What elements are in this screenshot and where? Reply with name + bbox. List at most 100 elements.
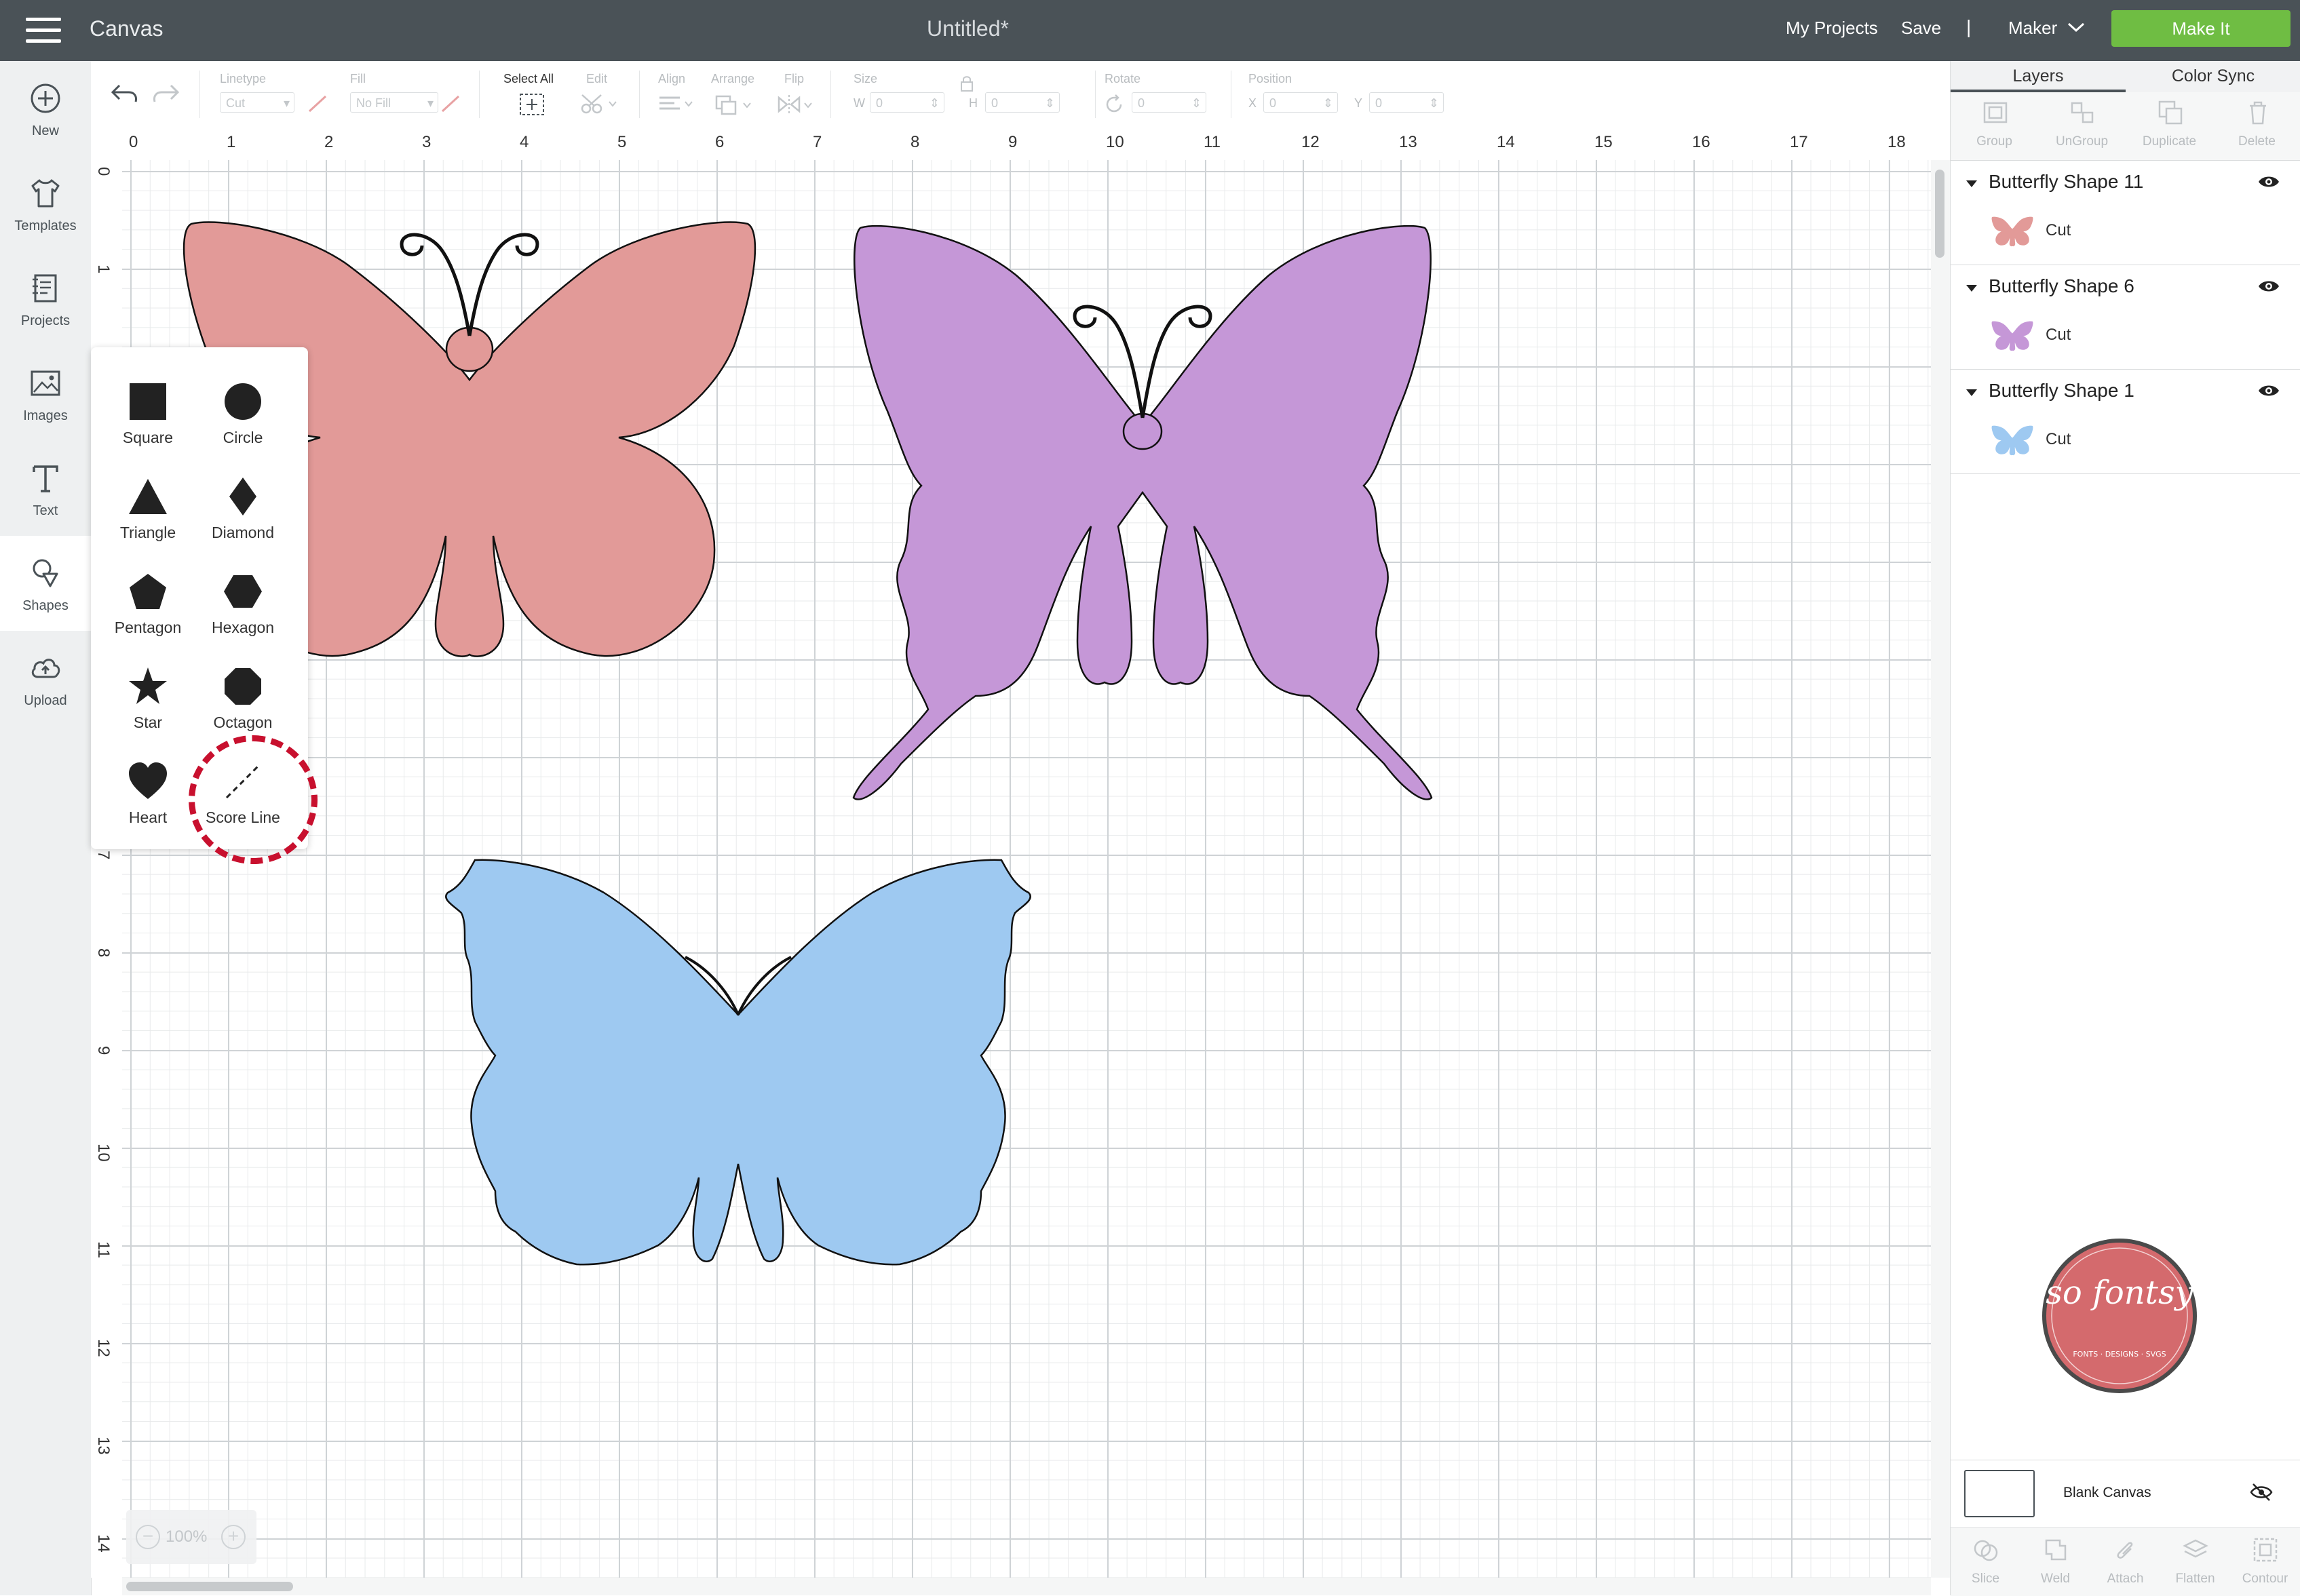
ruler-mark: 6 [715, 133, 725, 151]
shape-square[interactable]: Square [100, 354, 195, 446]
zoom-in-icon[interactable]: + [221, 1525, 246, 1549]
size-label: Size [854, 72, 878, 85]
stepper-icon: ⇕ [929, 96, 940, 110]
vertical-scrollbar[interactable] [1931, 160, 1950, 1578]
align-icon[interactable] [657, 94, 695, 115]
make-it-button[interactable]: Make It [2111, 10, 2291, 47]
caret-down-icon[interactable] [1964, 176, 1979, 191]
y-label: Y [1354, 96, 1363, 110]
nav-shapes[interactable]: Shapes [0, 536, 91, 631]
logo-so-text: so fontsy [2046, 1274, 2193, 1312]
contour-button[interactable]: Contour [2230, 1528, 2300, 1596]
fill-color-swatch[interactable] [440, 94, 461, 114]
nav-new[interactable]: New [0, 61, 91, 156]
ruler-mark: 12 [1301, 133, 1320, 151]
layer-group[interactable]: Butterfly Shape 1 Cut [1951, 370, 2300, 474]
select-all-icon[interactable] [518, 92, 545, 117]
save-button[interactable]: Save [1901, 18, 1941, 39]
stepper-icon: ⇕ [1044, 96, 1055, 110]
nav-images[interactable]: Images [0, 346, 91, 441]
chevron-down-icon[interactable] [2067, 20, 2086, 34]
caret-down-icon[interactable] [1964, 385, 1979, 400]
rotate-input[interactable]: 0 ⇕ [1132, 92, 1206, 113]
height-input[interactable]: 0 ⇕ [985, 92, 1060, 113]
butterfly-shape-1[interactable] [441, 852, 1035, 1272]
shape-heart[interactable]: Heart [100, 734, 195, 826]
lock-icon[interactable] [959, 75, 974, 92]
flatten-button[interactable]: Flatten [2160, 1528, 2230, 1596]
layer-operation: Cut [2046, 430, 2071, 448]
linetype-color-swatch[interactable] [307, 94, 328, 114]
eye-icon[interactable] [2257, 174, 2280, 190]
my-projects-link[interactable]: My Projects [1786, 18, 1878, 39]
shape-score-line[interactable]: Score Line [195, 734, 290, 826]
shape-circle[interactable]: Circle [195, 354, 290, 446]
ungroup-label: UnGroup [2055, 134, 2109, 149]
shape-octagon[interactable]: Octagon [195, 639, 290, 731]
shape-octagon-label: Octagon [213, 714, 273, 731]
layer-group[interactable]: Butterfly Shape 11 Cut [1951, 161, 2300, 265]
ruler-mark: 4 [520, 133, 529, 151]
undo-icon[interactable] [109, 81, 140, 106]
machine-select[interactable]: Maker [2008, 18, 2057, 39]
nav-projects[interactable]: Projects [0, 251, 91, 346]
ruler-mark: 7 [813, 133, 822, 151]
eye-icon[interactable] [2257, 383, 2280, 399]
width-input[interactable]: 0 ⇕ [870, 92, 944, 113]
ruler-mark: 14 [1497, 133, 1515, 151]
caret-down-icon[interactable] [1964, 281, 1979, 296]
image-icon [31, 370, 60, 396]
y-input[interactable]: 0 ⇕ [1369, 92, 1444, 113]
nav-text[interactable]: Text [0, 441, 91, 536]
so-fontsy-logo: so fontsy FONTS · DESIGNS · SVGS [2042, 1239, 2197, 1393]
duplicate-button[interactable]: Duplicate [2126, 92, 2213, 160]
weld-button[interactable]: Weld [2020, 1528, 2090, 1596]
shape-star[interactable]: Star [100, 639, 195, 731]
horizontal-scroll-thumb[interactable] [126, 1582, 293, 1591]
fill-select[interactable]: No Fill ▾ [350, 92, 438, 113]
attach-button[interactable]: Attach [2090, 1528, 2160, 1596]
shape-diamond[interactable]: Diamond [195, 449, 290, 541]
ungroup-icon [2071, 102, 2094, 123]
ruler-mark: 1 [94, 265, 113, 274]
document-title[interactable]: Untitled* [927, 16, 1009, 41]
height-label: H [969, 96, 978, 110]
ruler-mark: 9 [94, 1046, 113, 1055]
edit-scissors-icon[interactable] [579, 94, 617, 115]
blank-canvas-swatch[interactable] [1964, 1470, 2035, 1517]
butterfly-shape-6[interactable] [847, 221, 1438, 810]
top-ruler: 0 1 2 3 4 5 6 7 8 9 10 11 12 13 14 15 16… [91, 129, 1950, 161]
notebook-icon [33, 274, 57, 303]
tab-color-sync[interactable]: Color Sync [2126, 61, 2300, 92]
x-input[interactable]: 0 ⇕ [1263, 92, 1338, 113]
hamburger-menu-icon[interactable] [26, 18, 61, 43]
nav-upload[interactable]: Upload [0, 631, 91, 726]
nav-templates[interactable]: Templates [0, 156, 91, 251]
shape-pentagon[interactable]: Pentagon [100, 544, 195, 636]
layer-group[interactable]: Butterfly Shape 6 Cut [1951, 266, 2300, 370]
arrange-icon[interactable] [714, 94, 754, 117]
ruler-mark: 7 [94, 851, 113, 860]
score-line-icon [225, 764, 261, 799]
shape-triangle[interactable]: Triangle [100, 449, 195, 541]
tab-layers[interactable]: Layers [1951, 61, 2126, 92]
ruler-mark: 8 [94, 948, 113, 958]
blank-canvas-row[interactable]: Blank Canvas [1951, 1460, 2300, 1528]
shape-hexagon[interactable]: Hexagon [195, 544, 290, 636]
linetype-select[interactable]: Cut ▾ [220, 92, 294, 113]
layer-operation: Cut [2046, 221, 2071, 239]
delete-button[interactable]: Delete [2213, 92, 2300, 160]
group-button[interactable]: Group [1951, 92, 2038, 160]
flip-icon[interactable] [776, 94, 817, 117]
eye-icon[interactable] [2257, 278, 2280, 294]
horizontal-scrollbar[interactable] [122, 1578, 1931, 1595]
ungroup-button[interactable]: UnGroup [2038, 92, 2126, 160]
slice-button[interactable]: Slice [1951, 1528, 2020, 1596]
vertical-scroll-thumb[interactable] [1935, 170, 1944, 258]
redo-icon[interactable] [151, 81, 182, 106]
shape-score-line-label: Score Line [206, 809, 280, 826]
ruler-mark: 10 [94, 1144, 113, 1162]
eye-hidden-icon[interactable] [2249, 1482, 2274, 1502]
layer-name: Butterfly Shape 1 [1989, 380, 2134, 401]
zoom-out-icon[interactable]: − [136, 1525, 160, 1549]
